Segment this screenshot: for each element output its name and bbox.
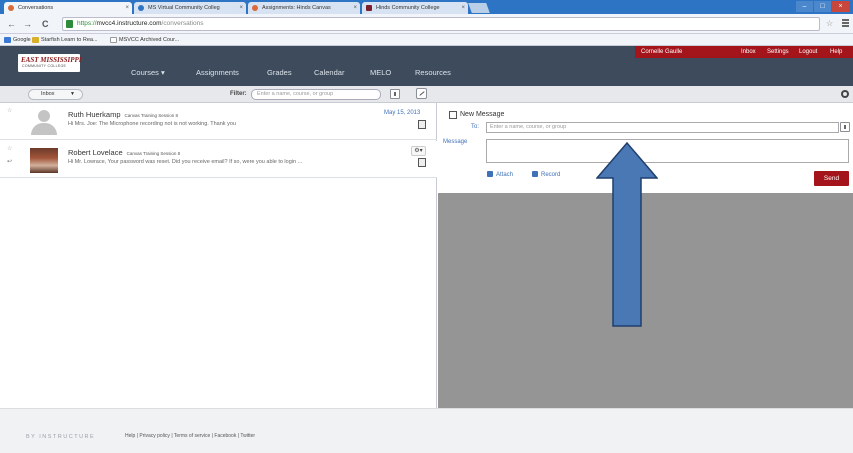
gear-icon[interactable]: ⚙▾ xyxy=(411,146,426,156)
message-body-input[interactable] xyxy=(486,139,849,163)
browser-tab-bar: Conversations × MS Virtual Community Col… xyxy=(0,0,853,14)
minimize-icon[interactable]: – xyxy=(796,1,813,12)
canvas-favicon-icon xyxy=(252,5,258,11)
hinds-favicon-icon xyxy=(366,5,372,11)
star-icon[interactable]: ☆ xyxy=(7,145,12,152)
new-message-icon xyxy=(449,111,457,119)
compose-title: New Message xyxy=(460,111,505,118)
browser-tab-msvcc[interactable]: MS Virtual Community Colleg × xyxy=(134,2,246,14)
close-tab-icon[interactable]: × xyxy=(461,2,465,14)
lock-icon xyxy=(66,20,73,28)
nav-resources[interactable]: Resources xyxy=(415,68,451,77)
window-controls: – □ × xyxy=(795,1,849,12)
filter-label: Filter: xyxy=(230,91,247,97)
canvas-favicon-icon xyxy=(8,5,14,11)
nav-calendar[interactable]: Calendar xyxy=(314,68,344,77)
conversation-item[interactable]: ☆ ↩ Robert Lovelace Canvas Training Sessi… xyxy=(0,141,437,178)
close-tab-icon[interactable]: × xyxy=(353,2,357,14)
user-name-link[interactable]: Cornelle Gaulle xyxy=(641,46,682,58)
filter-input[interactable]: Enter a name, course, or group xyxy=(251,89,381,100)
avatar xyxy=(30,110,58,135)
message-date: May 15, 2013 xyxy=(384,110,421,116)
nav-melo[interactable]: MELO xyxy=(370,68,391,77)
bookmark-starfish[interactable]: Starfish Learn to Rea... xyxy=(32,34,98,46)
conversation-item[interactable]: ☆ Ruth Huerkamp Canvas Training Session 8… xyxy=(0,103,437,140)
instructure-byline: BY INSTRUCTURE xyxy=(26,434,96,440)
page-icon xyxy=(110,37,117,43)
star-icon[interactable]: ☆ xyxy=(7,107,12,114)
inbox-link[interactable]: Inbox xyxy=(741,46,756,58)
new-tab-button[interactable] xyxy=(468,3,490,13)
compose-icon[interactable] xyxy=(416,88,427,99)
address-bar[interactable]: https://mvcc4.instructure.com/conversati… xyxy=(62,17,820,31)
browser-tab-conversations[interactable]: Conversations × xyxy=(4,2,132,14)
avatar xyxy=(30,148,58,173)
send-button[interactable]: Send xyxy=(814,171,849,186)
close-window-icon[interactable]: × xyxy=(832,1,849,12)
bookmarks-bar: Google Starfish Learn to Rea... MSVCC Ar… xyxy=(0,34,853,46)
address-book-icon[interactable] xyxy=(390,89,400,99)
attach-button[interactable]: Attach xyxy=(487,171,513,178)
archive-icon[interactable] xyxy=(418,120,426,129)
message-preview: Hi Mrs. Joe: The Microphone recording no… xyxy=(68,121,236,127)
record-button[interactable]: Record xyxy=(532,171,560,178)
user-menu-bar: Cornelle Gaulle Inbox Settings Logout He… xyxy=(635,46,853,58)
help-link[interactable]: Help xyxy=(830,46,842,58)
reload-icon[interactable]: C xyxy=(42,18,49,30)
sender-name: Ruth Huerkamp Canvas Training Session 8 xyxy=(68,110,179,119)
camera-icon xyxy=(532,171,538,177)
footer-links[interactable]: Help | Privacy policy | Terms of service… xyxy=(125,433,255,439)
msvcc-favicon-icon xyxy=(138,5,144,11)
reply-arrow-icon: ↩ xyxy=(7,159,13,165)
maximize-icon[interactable]: □ xyxy=(814,1,831,12)
browser-menu-icon[interactable] xyxy=(842,19,849,27)
browser-tab-hinds[interactable]: Hinds Community College × xyxy=(362,2,468,14)
bookmark-msvcc-archived[interactable]: MSVCC Archived Cour... xyxy=(110,34,179,46)
settings-link[interactable]: Settings xyxy=(767,46,789,58)
bookmark-star-icon[interactable]: ☆ xyxy=(826,19,833,28)
browser-tab-assignments[interactable]: Assignments: Hinds Canvas × xyxy=(248,2,360,14)
close-tab-icon[interactable]: × xyxy=(125,2,129,14)
nav-courses[interactable]: Courses ▾ xyxy=(131,68,165,77)
logout-link[interactable]: Logout xyxy=(799,46,817,58)
sender-name: Robert Lovelace Canvas Training Session 8 xyxy=(68,148,181,157)
college-logo[interactable]: EAST MISSISSIPPI COMMUNITY COLLEGE xyxy=(18,54,82,72)
page-footer: BY INSTRUCTURE Help | Privacy policy | T… xyxy=(0,408,853,453)
google-icon xyxy=(4,37,11,43)
canvas-conversations-screen: Conversations × MS Virtual Community Col… xyxy=(0,0,853,453)
close-tab-icon[interactable]: × xyxy=(239,2,243,14)
inbox-dropdown[interactable]: Inbox ▼ xyxy=(28,89,83,100)
recipient-input[interactable]: Enter a name, course, or group xyxy=(486,122,839,133)
nav-assignments[interactable]: Assignments xyxy=(196,68,239,77)
starfish-icon xyxy=(32,37,39,43)
conversation-list: ☆ Ruth Huerkamp Canvas Training Session 8… xyxy=(0,103,437,408)
to-label: To: xyxy=(471,124,480,130)
back-arrow-icon[interactable]: ← xyxy=(7,18,16,30)
bookmark-google[interactable]: Google xyxy=(4,34,31,46)
message-preview: Hi Mr. Lowrace, Your password was reset.… xyxy=(68,159,303,165)
paperclip-icon xyxy=(487,171,493,177)
archive-icon[interactable] xyxy=(418,158,426,167)
annotation-arrow-icon xyxy=(596,142,658,327)
forward-arrow-icon[interactable]: → xyxy=(23,18,32,30)
message-label: Message xyxy=(443,139,468,145)
chevron-down-icon: ▼ xyxy=(70,91,75,97)
address-book-icon[interactable] xyxy=(840,122,850,132)
browser-toolbar: ← → C https://mvcc4.instructure.com/conv… xyxy=(0,14,853,34)
nav-grades[interactable]: Grades xyxy=(267,68,292,77)
conversations-toolbar: Inbox ▼ Filter: Enter a name, course, or… xyxy=(0,86,853,103)
help-icon[interactable] xyxy=(841,90,849,98)
